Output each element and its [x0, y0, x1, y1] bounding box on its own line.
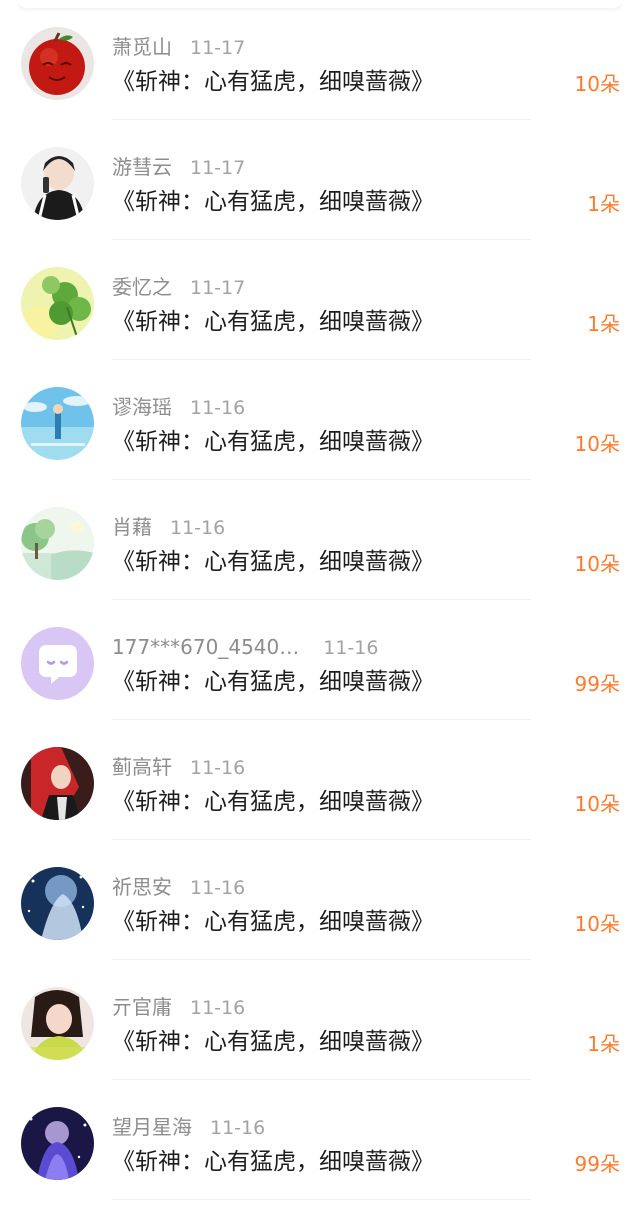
user-info: 萧觅山 11-17 [112, 34, 245, 60]
user-name[interactable]: 望月星海 [112, 1114, 192, 1140]
gift-count: 10朵 [574, 792, 620, 816]
gift-title: 《斩神：心有猛虎，细嗅蔷薇》 [112, 909, 434, 935]
gift-date: 11-17 [190, 277, 246, 299]
user-info: 蓟高轩 11-16 [112, 754, 245, 780]
gift-count: 10朵 [574, 912, 620, 936]
gift-count: 99朵 [574, 672, 620, 696]
gift-count: 10朵 [574, 432, 620, 456]
gift-count: 99朵 [574, 1152, 620, 1176]
gift-date: 11-17 [190, 37, 246, 59]
user-info: 委忆之 11-17 [112, 274, 245, 300]
user-name[interactable]: 肖藉 [112, 514, 152, 540]
avatar[interactable] [21, 987, 94, 1060]
gift-list-page: 萧觅山 11-17 《斩神：心有猛虎，细嗅蔷薇》 10朵 游彗云 11-17 《… [0, 0, 640, 1222]
user-name[interactable]: 177***670_4540… [112, 634, 299, 660]
list-item[interactable]: 177***670_4540… 11-16 《斩神：心有猛虎，细嗅蔷薇》 99朵 [0, 600, 640, 720]
list-item[interactable]: 望月星海 11-16 《斩神：心有猛虎，细嗅蔷薇》 99朵 [0, 1080, 640, 1200]
list-item[interactable]: 肖藉 11-16 《斩神：心有猛虎，细嗅蔷薇》 10朵 [0, 480, 640, 600]
user-info: 肖藉 11-16 [112, 514, 225, 540]
user-name[interactable]: 亓官庸 [112, 994, 172, 1020]
list-item[interactable]: 亓官庸 11-16 《斩神：心有猛虎，细嗅蔷薇》 1朵 [0, 960, 640, 1080]
list-item[interactable]: 谬海瑶 11-16 《斩神：心有猛虎，细嗅蔷薇》 10朵 [0, 360, 640, 480]
list-item[interactable]: 祈思安 11-16 《斩神：心有猛虎，细嗅蔷薇》 10朵 [0, 840, 640, 960]
gift-title: 《斩神：心有猛虎，细嗅蔷薇》 [112, 549, 434, 575]
user-info: 望月星海 11-16 [112, 1114, 265, 1140]
gift-count: 10朵 [574, 72, 620, 96]
gift-title: 《斩神：心有猛虎，细嗅蔷薇》 [112, 1149, 434, 1175]
gift-count: 10朵 [574, 552, 620, 576]
gift-count: 1朵 [587, 312, 620, 336]
gift-date: 11-16 [190, 757, 246, 779]
gift-title: 《斩神：心有猛虎，细嗅蔷薇》 [112, 669, 434, 695]
user-info: 游彗云 11-17 [112, 154, 245, 180]
gift-date: 11-16 [170, 517, 226, 539]
gift-title: 《斩神：心有猛虎，细嗅蔷薇》 [112, 309, 434, 335]
avatar[interactable] [21, 387, 94, 460]
user-info: 亓官庸 11-16 [112, 994, 245, 1020]
user-info: 177***670_4540… 11-16 [112, 634, 378, 660]
user-info: 祈思安 11-16 [112, 874, 245, 900]
gift-date: 11-16 [210, 1117, 266, 1139]
gift-date: 11-17 [190, 157, 246, 179]
gift-count: 1朵 [587, 192, 620, 216]
gift-title: 《斩神：心有猛虎，细嗅蔷薇》 [112, 1029, 434, 1055]
avatar[interactable] [21, 507, 94, 580]
list-item[interactable]: 蓟高轩 11-16 《斩神：心有猛虎，细嗅蔷薇》 10朵 [0, 720, 640, 840]
list-item[interactable]: 游彗云 11-17 《斩神：心有猛虎，细嗅蔷薇》 1朵 [0, 120, 640, 240]
list-item[interactable]: 萧觅山 11-17 《斩神：心有猛虎，细嗅蔷薇》 10朵 [0, 0, 640, 120]
gift-date: 11-16 [190, 877, 246, 899]
avatar[interactable] [21, 147, 94, 220]
avatar[interactable] [21, 627, 94, 700]
gift-count: 1朵 [587, 1032, 620, 1056]
gift-title: 《斩神：心有猛虎，细嗅蔷薇》 [112, 789, 434, 815]
list-item[interactable]: 委忆之 11-17 《斩神：心有猛虎，细嗅蔷薇》 1朵 [0, 240, 640, 360]
gift-title: 《斩神：心有猛虎，细嗅蔷薇》 [112, 429, 434, 455]
divider [112, 1199, 530, 1200]
gift-date: 11-16 [190, 397, 246, 419]
user-name[interactable]: 谬海瑶 [112, 394, 172, 420]
user-info: 谬海瑶 11-16 [112, 394, 245, 420]
gift-title: 《斩神：心有猛虎，细嗅蔷薇》 [112, 189, 434, 215]
user-name[interactable]: 游彗云 [112, 154, 172, 180]
avatar[interactable] [21, 267, 94, 340]
user-name[interactable]: 蓟高轩 [112, 754, 172, 780]
avatar[interactable] [21, 867, 94, 940]
avatar[interactable] [21, 747, 94, 820]
gift-date: 11-16 [323, 637, 379, 659]
gift-date: 11-16 [190, 997, 246, 1019]
avatar[interactable] [21, 1107, 94, 1180]
avatar[interactable] [21, 27, 94, 100]
gift-title: 《斩神：心有猛虎，细嗅蔷薇》 [112, 69, 434, 95]
user-name[interactable]: 委忆之 [112, 274, 172, 300]
gift-record-list: 萧觅山 11-17 《斩神：心有猛虎，细嗅蔷薇》 10朵 游彗云 11-17 《… [0, 0, 640, 1200]
user-name[interactable]: 祈思安 [112, 874, 172, 900]
user-name[interactable]: 萧觅山 [112, 34, 172, 60]
